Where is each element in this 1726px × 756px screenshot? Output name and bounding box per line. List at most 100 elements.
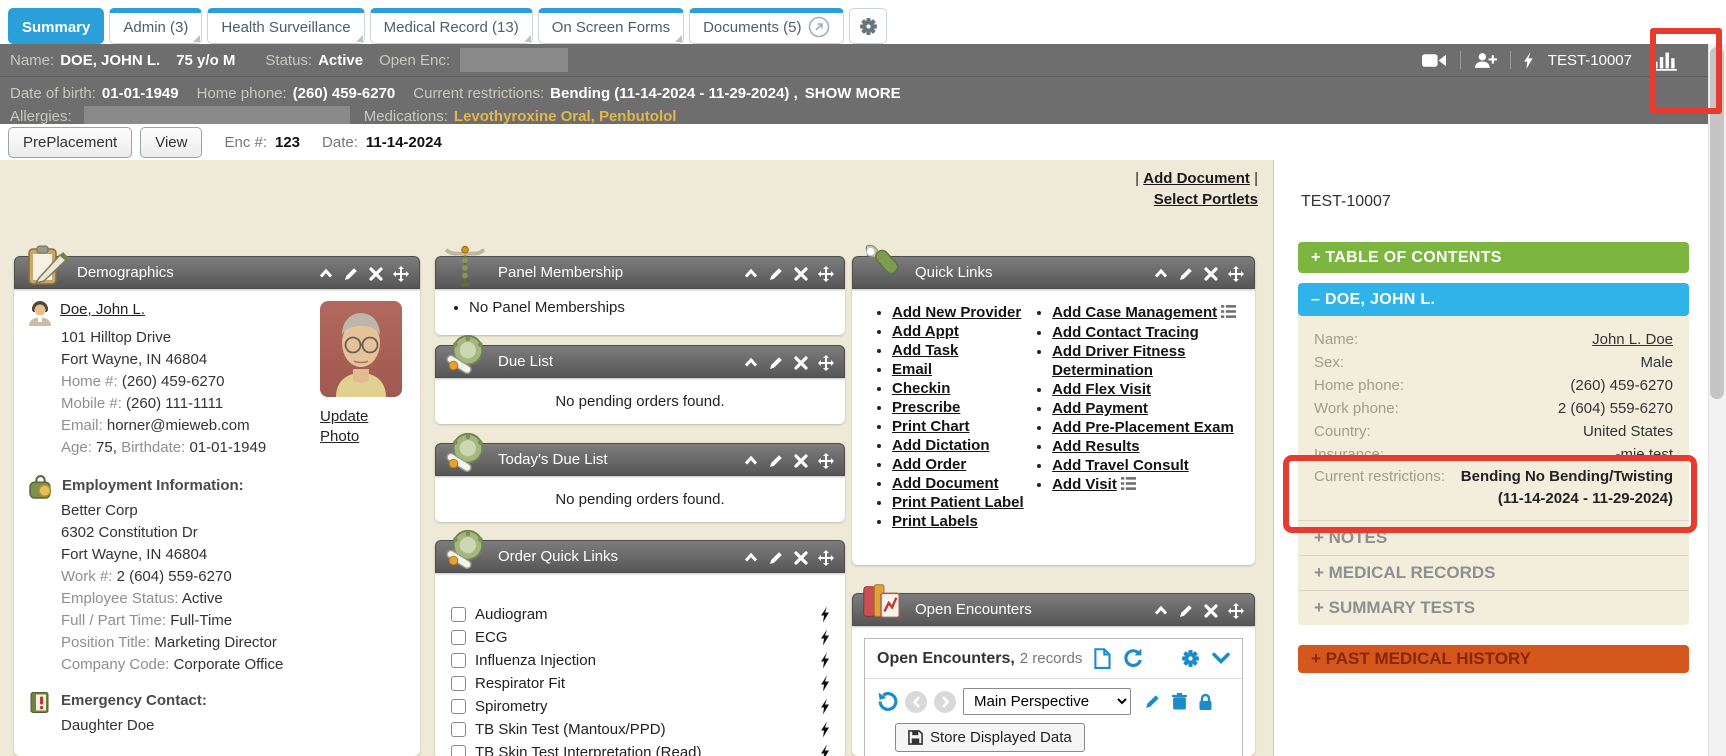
quick-link[interactable]: Add Results bbox=[1052, 438, 1140, 455]
vertical-scrollbar-thumb[interactable] bbox=[1710, 47, 1724, 399]
store-displayed-data-button[interactable]: Store Displayed Data bbox=[895, 723, 1085, 752]
tab-documents[interactable]: Documents (5) bbox=[689, 8, 844, 44]
close-icon[interactable] bbox=[793, 355, 809, 371]
collapse-icon[interactable] bbox=[743, 453, 759, 469]
select-portlets-link[interactable]: Select Portlets bbox=[1154, 191, 1258, 208]
close-icon[interactable] bbox=[1203, 266, 1219, 282]
quick-order-bolt-icon[interactable] bbox=[821, 698, 831, 715]
move-icon[interactable] bbox=[818, 550, 834, 566]
tab-health-surveillance[interactable]: Health Surveillance bbox=[207, 8, 364, 44]
quick-order-bolt-icon[interactable] bbox=[821, 652, 831, 669]
quick-link[interactable]: Add New Provider bbox=[892, 304, 1021, 321]
edit-icon[interactable] bbox=[768, 550, 784, 566]
edit-icon[interactable] bbox=[768, 355, 784, 371]
tab-on-screen-forms[interactable]: On Screen Forms bbox=[538, 8, 684, 44]
order-checkbox-tb-skin-test[interactable] bbox=[451, 722, 466, 737]
order-checkbox-ecg[interactable] bbox=[451, 630, 466, 645]
quick-order-bolt-icon[interactable] bbox=[821, 629, 831, 646]
quick-link[interactable]: Print Labels bbox=[892, 513, 978, 530]
quick-order-bolt-icon[interactable] bbox=[821, 606, 831, 623]
quick-links-header[interactable]: Quick Links bbox=[852, 256, 1255, 289]
collapse-icon[interactable] bbox=[743, 355, 759, 371]
sidebar-section-notes[interactable]: + NOTES bbox=[1298, 520, 1689, 555]
order-quick-links-header[interactable]: Order Quick Links bbox=[435, 540, 845, 573]
quick-link[interactable]: Add Task bbox=[892, 342, 958, 359]
close-icon[interactable] bbox=[793, 550, 809, 566]
perspective-select[interactable]: Main Perspective bbox=[963, 688, 1131, 715]
list-icon[interactable] bbox=[1121, 476, 1136, 495]
new-document-icon[interactable] bbox=[1094, 648, 1111, 669]
chevron-down-icon[interactable] bbox=[1212, 652, 1230, 665]
edit-perspective-icon[interactable] bbox=[1144, 693, 1161, 710]
tab-admin[interactable]: Admin (3) bbox=[109, 8, 202, 44]
quick-link[interactable]: Add Travel Consult bbox=[1052, 457, 1189, 474]
settings-button[interactable] bbox=[849, 8, 887, 44]
quick-order-bolt-icon[interactable] bbox=[821, 744, 831, 756]
quick-link[interactable]: Add Dictation bbox=[892, 437, 990, 454]
move-icon[interactable] bbox=[393, 266, 409, 282]
close-icon[interactable] bbox=[793, 453, 809, 469]
quick-link[interactable]: Add Appt bbox=[892, 323, 959, 340]
grid-settings-gear-icon[interactable] bbox=[1181, 649, 1200, 668]
refresh-icon[interactable] bbox=[1123, 648, 1144, 669]
order-checkbox-respirator-fit[interactable] bbox=[451, 676, 466, 691]
next-page-icon[interactable] bbox=[934, 691, 956, 713]
order-checkbox-influenza[interactable] bbox=[451, 653, 466, 668]
tab-summary[interactable]: Summary bbox=[8, 8, 104, 44]
collapse-icon[interactable] bbox=[1153, 603, 1169, 619]
demographics-header[interactable]: Demographics bbox=[14, 256, 420, 289]
move-icon[interactable] bbox=[1228, 603, 1244, 619]
move-icon[interactable] bbox=[1228, 266, 1244, 282]
quick-link[interactable]: Email bbox=[892, 361, 932, 378]
close-icon[interactable] bbox=[793, 266, 809, 282]
flowsheet-chart-icon[interactable] bbox=[1653, 50, 1678, 71]
lock-icon[interactable] bbox=[1198, 693, 1213, 711]
quick-link[interactable]: Prescribe bbox=[892, 399, 960, 416]
move-icon[interactable] bbox=[818, 266, 834, 282]
view-button[interactable]: View bbox=[140, 127, 202, 158]
list-icon[interactable] bbox=[1221, 304, 1236, 323]
external-link-icon[interactable] bbox=[808, 16, 830, 38]
patient-name-link[interactable]: Doe, John L. bbox=[60, 301, 145, 327]
quick-link[interactable]: Print Chart bbox=[892, 418, 970, 435]
video-call-icon[interactable] bbox=[1422, 52, 1447, 69]
delete-icon[interactable] bbox=[1172, 693, 1187, 710]
panel-membership-header[interactable]: Panel Membership bbox=[435, 256, 845, 289]
collapse-icon[interactable] bbox=[318, 266, 334, 282]
todays-due-list-header[interactable]: Today's Due List bbox=[435, 443, 845, 476]
quick-link[interactable]: Add Driver Fitness Determination bbox=[1052, 343, 1185, 379]
move-icon[interactable] bbox=[818, 453, 834, 469]
quick-link[interactable]: Add Contact Tracing bbox=[1052, 324, 1199, 341]
patient-name-link[interactable]: John L. Doe bbox=[1592, 328, 1673, 351]
collapse-icon[interactable] bbox=[743, 550, 759, 566]
quick-order-bolt-icon[interactable] bbox=[821, 675, 831, 692]
show-more-link[interactable]: SHOW MORE bbox=[805, 85, 901, 102]
tab-medical-record[interactable]: Medical Record (13) bbox=[370, 8, 533, 44]
edit-icon[interactable] bbox=[768, 453, 784, 469]
add-document-link[interactable]: Add Document bbox=[1143, 170, 1250, 187]
quick-link[interactable]: Add Flex Visit bbox=[1052, 381, 1151, 398]
add-person-icon[interactable] bbox=[1474, 52, 1497, 69]
collapse-icon[interactable] bbox=[1153, 266, 1169, 282]
quick-link[interactable]: Add Pre-Placement Exam bbox=[1052, 419, 1234, 436]
sidebar-section-medical-records[interactable]: + MEDICAL RECORDS bbox=[1298, 555, 1689, 590]
patient-section-header[interactable]: – DOE, JOHN L. bbox=[1298, 283, 1689, 316]
sidebar-section-past-medical-history[interactable]: + PAST MEDICAL HISTORY bbox=[1298, 645, 1689, 673]
table-of-contents-section[interactable]: + TABLE OF CONTENTS bbox=[1298, 242, 1689, 273]
quick-link[interactable]: Add Case Management bbox=[1052, 304, 1217, 321]
close-icon[interactable] bbox=[1203, 603, 1219, 619]
quick-order-bolt-icon[interactable] bbox=[821, 721, 831, 738]
quick-link[interactable]: Print Patient Label bbox=[892, 494, 1024, 511]
close-icon[interactable] bbox=[368, 266, 384, 282]
due-list-header[interactable]: Due List bbox=[435, 345, 845, 378]
quick-link[interactable]: Add Document bbox=[892, 475, 999, 492]
medications-value[interactable]: Levothyroxine Oral, Penbutolol bbox=[454, 108, 677, 125]
prev-page-icon[interactable] bbox=[905, 691, 927, 713]
order-checkbox-tb-interpretation[interactable] bbox=[451, 745, 466, 756]
edit-icon[interactable] bbox=[343, 266, 359, 282]
open-encounters-header[interactable]: Open Encounters bbox=[852, 593, 1255, 626]
quick-link[interactable]: Add Order bbox=[892, 456, 966, 473]
quick-link[interactable]: Add Payment bbox=[1052, 400, 1148, 417]
quick-link[interactable]: Checkin bbox=[892, 380, 950, 397]
collapse-icon[interactable] bbox=[743, 266, 759, 282]
